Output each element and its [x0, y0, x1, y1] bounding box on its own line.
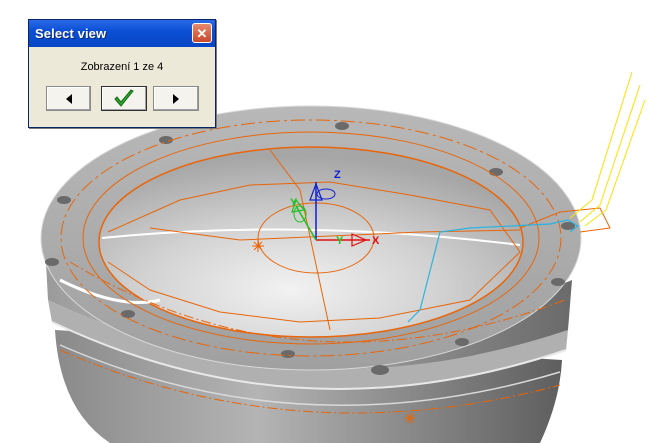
green-checkmark-icon — [114, 88, 134, 107]
left-triangle-icon — [65, 93, 72, 104]
view-counter-text: Zobrazení 1 ze 4 — [80, 61, 164, 73]
next-view-button[interactable] — [153, 86, 199, 111]
dialog-titlebar[interactable]: Select view ✕ — [29, 20, 215, 47]
dialog-body: Zobrazení 1 ze 4 — [29, 47, 215, 127]
axis-label-y-secondary: Y — [336, 235, 344, 247]
axis-label-x: X — [372, 235, 380, 247]
select-view-dialog: Select view ✕ Zobrazení 1 ze 4 — [28, 19, 216, 128]
close-x-icon: ✕ — [196, 25, 208, 41]
dialog-title: Select view — [35, 26, 107, 41]
axis-label-z: Z — [334, 169, 341, 181]
right-triangle-icon — [173, 93, 179, 104]
axis-label-y: Y — [290, 197, 298, 209]
confirm-view-button[interactable] — [101, 86, 147, 111]
close-button[interactable]: ✕ — [192, 23, 212, 43]
toolpath-approach-lines — [569, 71, 646, 227]
previous-view-button[interactable] — [46, 86, 91, 111]
